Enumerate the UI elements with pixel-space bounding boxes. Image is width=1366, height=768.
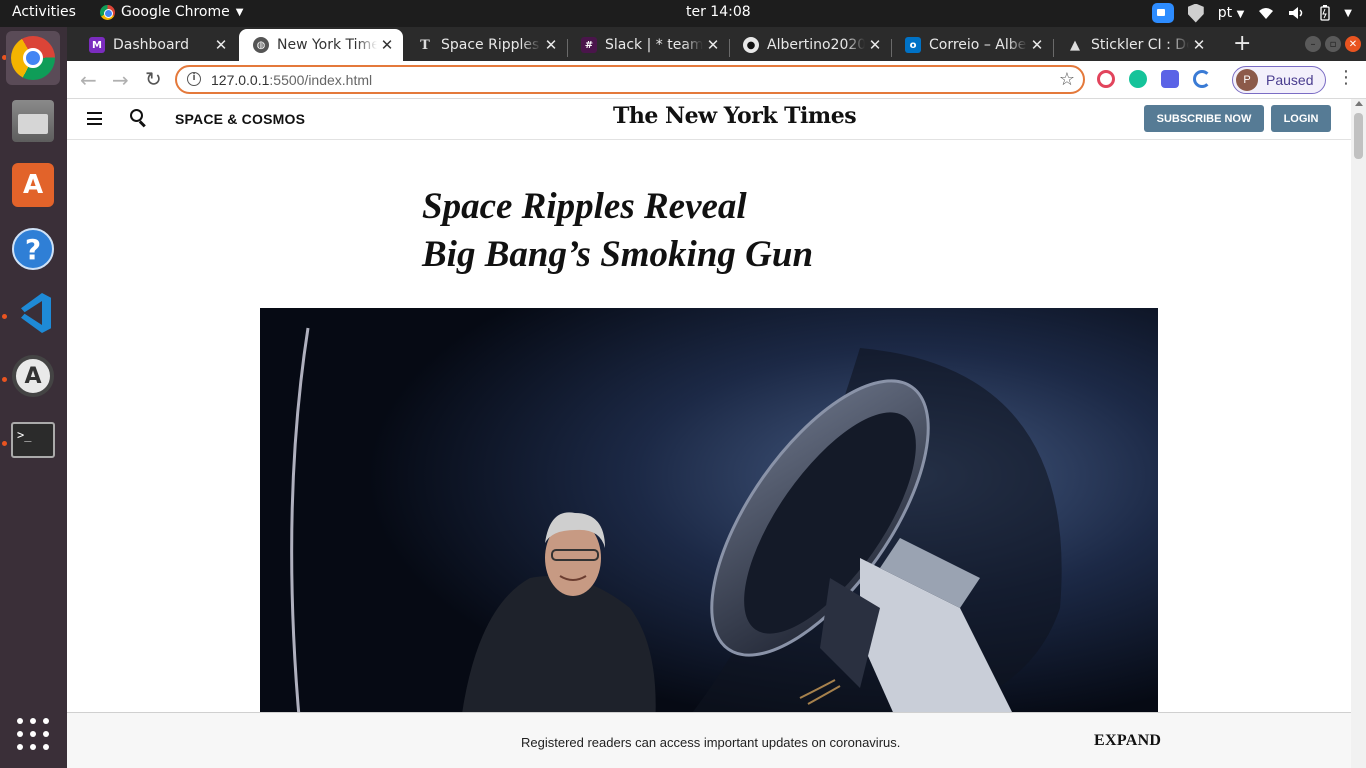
software-store-icon: A (12, 163, 54, 207)
tab-title: Space Ripples Reveal (441, 37, 541, 53)
dock-vscode[interactable] (6, 286, 60, 340)
close-tab-icon[interactable]: ✕ (1189, 36, 1209, 54)
close-tab-icon[interactable]: ✕ (211, 36, 231, 54)
close-tab-icon[interactable]: ✕ (377, 36, 397, 54)
tab-space-ripples[interactable]: T Space Ripples Reveal ✕ (403, 29, 567, 61)
tab-stickler[interactable]: ▲ Stickler CI : Do ✕ (1053, 29, 1215, 61)
chrome-icon (100, 4, 115, 20)
more-options-icon[interactable]: ⋮ (1337, 69, 1355, 87)
banner-message: Registered readers can access important … (521, 735, 901, 750)
tab-strip: M Dashboard ✕ ◍ New York Times ✕ T Space… (67, 27, 1366, 61)
chevron-down-icon: ▼ (235, 6, 244, 18)
profile-status: Paused (1266, 72, 1314, 88)
tab-outlook[interactable]: o Correio – Albertino ✕ (891, 29, 1053, 61)
help-icon: ? (12, 228, 54, 270)
system-top-bar: Activities Google Chrome ▼ ter 14:08 pt … (0, 0, 1366, 27)
app-menu[interactable]: Google Chrome ▼ (100, 4, 243, 20)
close-tab-icon[interactable]: ✕ (1027, 36, 1047, 54)
globe-favicon: ◍ (253, 37, 269, 53)
nyt-logo[interactable]: The New York Times (613, 103, 857, 129)
outlook-favicon: o (905, 37, 921, 53)
extension-icon[interactable] (1193, 70, 1211, 88)
new-tab-icon[interactable]: + (1233, 33, 1251, 55)
dock-terminal[interactable]: >_ (6, 413, 60, 467)
dock-software-store[interactable]: A (6, 158, 60, 212)
activities-button[interactable]: Activities (12, 4, 76, 20)
telescope-photo (260, 308, 1158, 728)
system-tray: pt ▼ ▼ (1151, 3, 1352, 23)
chrome-icon (11, 36, 55, 80)
site-info-icon[interactable]: i (187, 72, 201, 86)
clock[interactable]: ter 14:08 (686, 4, 751, 20)
hamburger-menu-icon[interactable] (87, 112, 102, 125)
files-icon (12, 100, 54, 142)
forward-arrow-icon[interactable]: → (112, 68, 129, 92)
tab-title: Dashboard (113, 37, 189, 53)
terminal-icon: >_ (11, 422, 55, 458)
power-menu-chevron-icon[interactable]: ▼ (1344, 8, 1352, 19)
coronavirus-banner: Registered readers can access important … (67, 712, 1351, 768)
subscribe-button[interactable]: SUBSCRIBE NOW (1144, 105, 1264, 132)
expand-button[interactable]: EXPAND (1094, 732, 1161, 750)
scroll-up-arrow-icon[interactable] (1355, 101, 1363, 106)
nyt-favicon: T (420, 37, 430, 53)
site-header: SPACE & COSMOS The New York Times SUBSCR… (67, 99, 1351, 140)
bookmark-star-icon[interactable]: ☆ (1059, 69, 1075, 90)
shield-tray-icon[interactable] (1187, 3, 1204, 23)
software-updater-icon: A (12, 355, 54, 397)
dock-software-updater[interactable]: A (6, 349, 60, 403)
login-button[interactable]: LOGIN (1271, 105, 1331, 132)
language-indicator[interactable]: pt ▼ (1218, 5, 1245, 21)
close-window-icon[interactable]: ✕ (1345, 36, 1361, 52)
dock-chrome[interactable] (6, 31, 60, 85)
show-applications-icon[interactable] (17, 718, 49, 750)
tab-title: New York Times (277, 37, 377, 53)
grammarly-icon[interactable] (1129, 70, 1147, 88)
tab-title: Slack | * team- (605, 37, 703, 53)
tab-slack[interactable]: # Slack | * team- ✕ (567, 29, 729, 61)
scrollbar-thumb[interactable] (1354, 113, 1363, 159)
back-arrow-icon[interactable]: ← (80, 68, 97, 92)
section-name[interactable]: SPACE & COSMOS (175, 111, 305, 127)
zoom-extension-icon[interactable] (1161, 70, 1179, 88)
avatar: P (1236, 69, 1258, 91)
reload-icon[interactable]: ↻ (145, 67, 162, 91)
profile-button[interactable]: P Paused (1232, 66, 1326, 94)
app-name: Google Chrome (121, 4, 230, 20)
tab-title: Albertino2020 (767, 37, 865, 53)
tab-title: Stickler CI : Do (1091, 37, 1189, 53)
tab-title: Correio – Albertino (929, 37, 1027, 53)
close-tab-icon[interactable]: ✕ (703, 36, 723, 54)
battery-icon[interactable] (1320, 5, 1330, 21)
wifi-icon[interactable] (1258, 6, 1274, 20)
zoom-tray-icon[interactable] (1151, 3, 1174, 23)
article-headline: Space Ripples Reveal Big Bang’s Smoking … (422, 186, 814, 275)
dock-files[interactable] (6, 94, 60, 148)
url-text[interactable]: 127.0.0.1:5500/index.html (211, 72, 372, 88)
volume-icon[interactable] (1288, 6, 1306, 20)
dock-help[interactable]: ? (6, 222, 60, 276)
extension-icon[interactable] (1097, 70, 1115, 88)
hero-image (260, 308, 1158, 728)
close-tab-icon[interactable]: ✕ (865, 36, 885, 54)
address-bar[interactable]: i 127.0.0.1:5500/index.html ☆ (175, 65, 1085, 94)
browser-toolbar: ← → ↻ i 127.0.0.1:5500/index.html ☆ P Pa… (67, 61, 1366, 99)
github-favicon: ● (743, 37, 759, 53)
search-icon[interactable] (130, 109, 146, 125)
page-viewport: SPACE & COSMOS The New York Times SUBSCR… (67, 99, 1366, 768)
minimize-icon[interactable]: – (1305, 36, 1321, 52)
tab-new-york-times[interactable]: ◍ New York Times ✕ (239, 29, 403, 61)
dock: A ? A >_ (0, 27, 67, 768)
tab-dashboard[interactable]: M Dashboard ✕ (75, 29, 237, 61)
stickler-favicon: ▲ (1070, 37, 1080, 53)
tab-github[interactable]: ● Albertino2020 ✕ (729, 29, 891, 61)
chevron-down-icon: ▼ (1236, 9, 1245, 20)
slack-favicon: # (581, 37, 597, 53)
scrollbar[interactable] (1351, 99, 1366, 768)
maximize-icon[interactable]: ▫ (1325, 36, 1341, 52)
dashboard-favicon: M (89, 37, 105, 53)
close-tab-icon[interactable]: ✕ (541, 36, 561, 54)
vscode-icon (11, 291, 55, 335)
